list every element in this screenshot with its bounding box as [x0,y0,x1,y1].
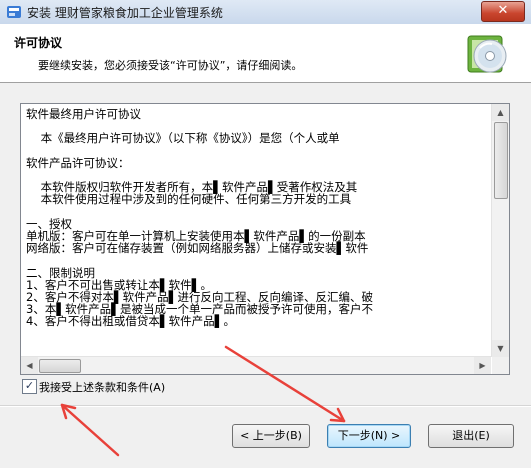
annotation-arrow-to-checkbox [60,403,120,457]
annotation-arrow-to-next [224,345,346,423]
annotation-arrows [60,345,346,457]
